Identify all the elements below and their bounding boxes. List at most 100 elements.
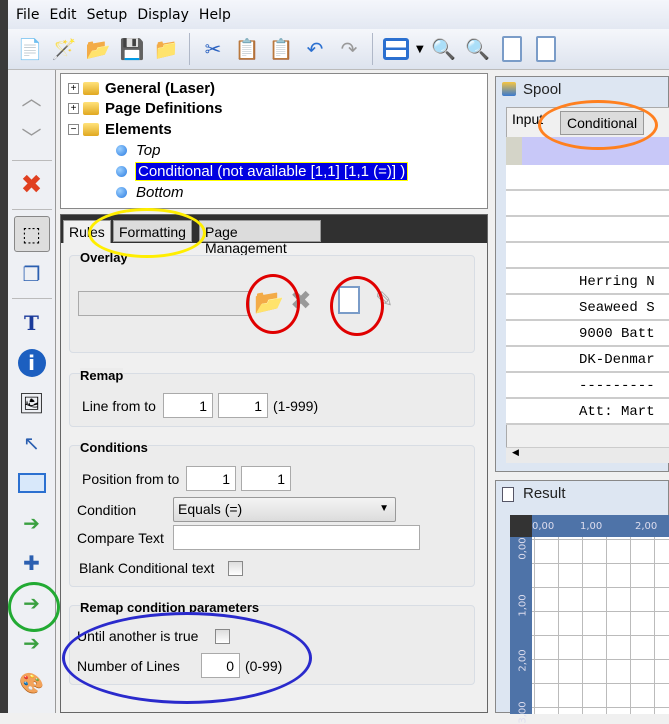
info-icon[interactable]: i (14, 345, 50, 381)
horizontal-scrollbar[interactable]: ◀ (506, 447, 669, 463)
chevron-down-icon: ▼ (379, 503, 389, 514)
spool-line[interactable] (506, 243, 669, 269)
move-up-icon[interactable]: ︿ (14, 78, 50, 114)
group-icon[interactable]: ❐ (14, 256, 50, 292)
rectangle-icon[interactable] (14, 465, 50, 501)
tree-label: Conditional (not available [1,1] [1,1 (=… (134, 161, 409, 181)
delete-icon[interactable]: ✖ (14, 167, 50, 203)
line-to-field[interactable]: 1 (218, 393, 268, 418)
element-icon (116, 186, 127, 198)
remap-title: Remap (80, 368, 124, 383)
until-another-true-checkbox[interactable] (215, 629, 230, 644)
cut-icon[interactable]: ✂ (199, 34, 227, 64)
number-of-lines-label: Number of Lines (77, 658, 180, 674)
expand-icon[interactable]: + (68, 82, 79, 94)
palette-icon[interactable]: 🎨 (14, 665, 50, 701)
dropdown-arrow-icon[interactable]: ▼ (416, 44, 424, 55)
expand-icon[interactable]: + (68, 102, 79, 114)
spool-line[interactable]: DK-Denmar (506, 347, 669, 373)
compare-text-field[interactable] (173, 525, 420, 550)
page-fold-icon[interactable] (532, 34, 560, 64)
line-icon[interactable]: ↖ (14, 425, 50, 461)
result-canvas[interactable] (510, 515, 669, 714)
position-from-field[interactable]: 1 (186, 466, 236, 491)
tree-label: General (Laser) (105, 79, 216, 97)
spool-line[interactable]: Seaweed S (506, 295, 669, 321)
edit-overlay-icon[interactable]: ✎ (375, 288, 393, 313)
conditional-icon[interactable]: ➔ (14, 585, 50, 621)
condition-select[interactable]: Equals (=) ▼ (173, 497, 396, 522)
spool-line[interactable]: --------- (506, 373, 669, 399)
tree-label: Top (136, 141, 161, 159)
menu-display[interactable]: Display (137, 7, 189, 23)
save-icon[interactable]: 💾 (118, 34, 146, 64)
menu-setup[interactable]: Setup (87, 7, 128, 23)
collapse-icon[interactable]: − (68, 123, 79, 135)
open-overlay-icon[interactable]: 📂 (254, 288, 284, 316)
folder-icon (83, 81, 99, 95)
vertical-ruler: 0,00 1,00 2,00 3,00 (510, 515, 532, 724)
spool-line[interactable]: Att: Mart (506, 399, 669, 425)
number-of-lines-field[interactable]: 0 (201, 653, 240, 678)
ruler-label: 1,00 (580, 521, 603, 532)
spool-line[interactable]: 9000 Batt (506, 321, 669, 347)
paste-icon[interactable]: 📋 (267, 34, 295, 64)
redo-icon[interactable]: ↷ (335, 34, 363, 64)
tree-label: Elements (105, 120, 172, 138)
separator (11, 298, 52, 299)
text-icon[interactable]: T (14, 305, 50, 341)
overlay-title: Overlay (80, 250, 128, 265)
zoom-out-icon[interactable]: 🔍 (464, 34, 492, 64)
menu-help[interactable]: Help (199, 7, 231, 23)
tree-item-conditional[interactable]: Conditional (not available [1,1] [1,1 (=… (116, 161, 409, 181)
spool-selected-row[interactable] (506, 137, 669, 165)
copy-icon[interactable]: 📋 (233, 34, 261, 64)
overlay-path-field[interactable] (78, 291, 250, 316)
blank-conditional-checkbox[interactable] (228, 561, 243, 576)
tree-item-top[interactable]: Top (116, 140, 160, 160)
spool-line[interactable] (506, 191, 669, 217)
spool-line[interactable] (506, 217, 669, 243)
condition-value: Equals (=) (178, 501, 243, 517)
tab-page-management[interactable]: Page Management (199, 220, 321, 256)
tab-conditional[interactable]: Conditional (560, 111, 645, 135)
result-title: Result (523, 485, 566, 502)
spool-line[interactable]: Herring N (506, 269, 669, 295)
remap-icon[interactable]: ➔ (14, 625, 50, 661)
spool-line[interactable] (506, 165, 669, 191)
tree-item-page-definitions[interactable]: + Page Definitions (68, 98, 223, 118)
tree-item-elements[interactable]: − Elements (68, 119, 172, 139)
move-down-icon[interactable]: ﹀ (14, 118, 50, 154)
position-to-field[interactable]: 1 (241, 466, 291, 491)
tab-rules[interactable]: Rules (63, 220, 111, 243)
lines-range-label: (0-99) (245, 658, 283, 674)
element-tree: + General (Laser) + Page Definitions − Elem… (60, 73, 488, 209)
zoom-in-icon[interactable]: 🔍 (430, 34, 458, 64)
open-icon[interactable]: 📂 (84, 34, 112, 64)
wizard-icon[interactable]: 🪄 (50, 34, 78, 64)
new-overlay-icon[interactable] (338, 286, 360, 314)
tree-item-bottom[interactable]: Bottom (116, 182, 184, 202)
position-icon[interactable]: ✚ (14, 545, 50, 581)
menu-file[interactable]: File (16, 7, 39, 23)
result-panel: Result 0,00 1,00 2,00 0,00 1,00 2,00 3,0… (495, 480, 669, 724)
select-icon[interactable]: ⬚ (13, 216, 50, 252)
horizontal-ruler: 0,00 1,00 2,00 (510, 515, 669, 537)
undo-icon[interactable]: ↶ (301, 34, 329, 64)
separator (11, 209, 52, 210)
layout-icon[interactable] (382, 34, 410, 64)
tab-strip: Rules Formatting Page Management (61, 215, 487, 256)
remove-overlay-icon[interactable]: ✖ (290, 286, 312, 316)
line-from-field[interactable]: 1 (163, 393, 213, 418)
tree-item-general[interactable]: + General (Laser) (68, 78, 215, 98)
page-icon[interactable] (498, 34, 526, 64)
document-icon (502, 487, 514, 502)
image-icon[interactable]: 🖼 (14, 385, 50, 421)
menu-edit[interactable]: Edit (49, 7, 76, 23)
new-icon[interactable]: 📄 (16, 34, 44, 64)
folder-icon[interactable]: 📁 (152, 34, 180, 64)
ruler-label: 2,00 (517, 649, 529, 672)
tab-formatting[interactable]: Formatting (113, 220, 192, 242)
remap-lines-icon[interactable]: ➔ (14, 505, 50, 541)
tab-input[interactable]: Input (512, 111, 543, 127)
